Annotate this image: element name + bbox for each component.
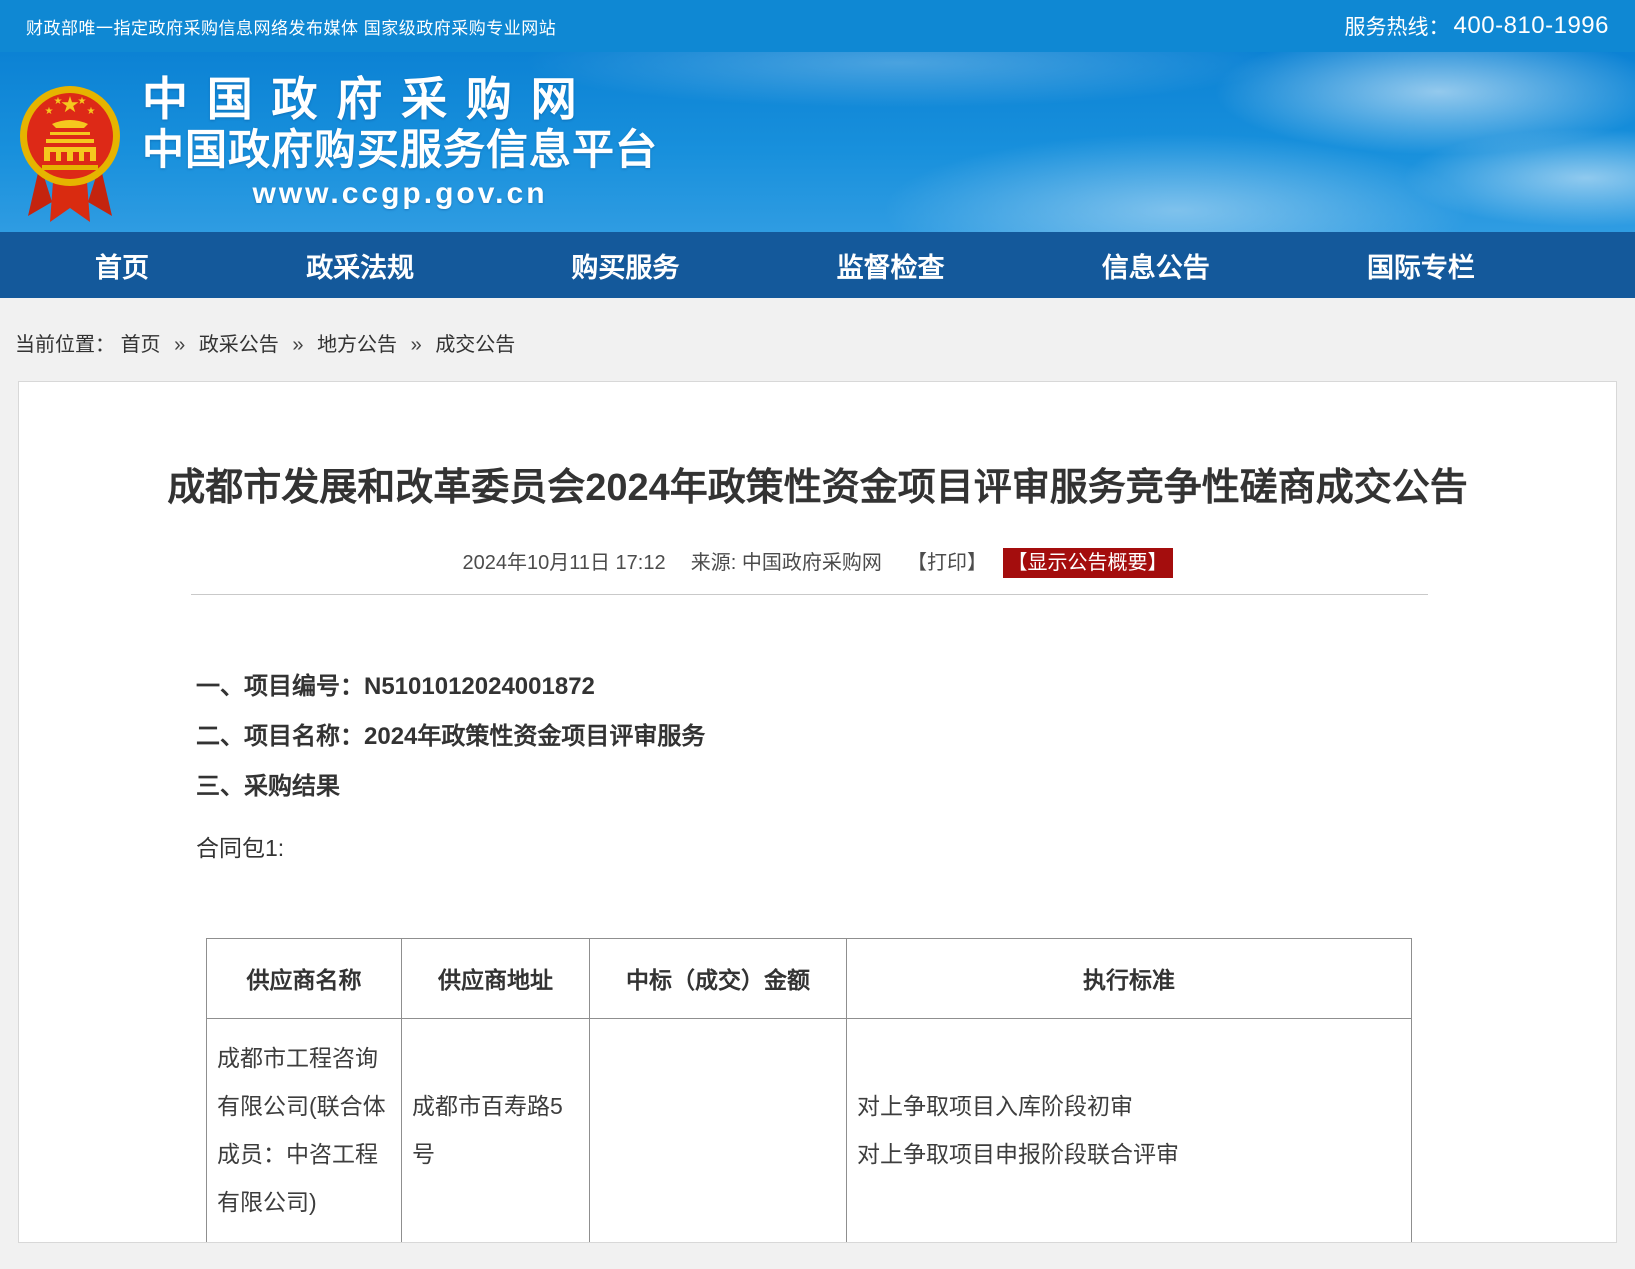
breadcrumb-label: 当前位置： xyxy=(15,334,115,356)
article-card: 成都市发展和改革委员会2024年政策性资金项目评审服务竞争性磋商成交公告 202… xyxy=(18,381,1617,1243)
site-title-block: 中 国 政 府 采 购 网 中国政府购买服务信息平台 www.ccgp.gov.… xyxy=(142,66,658,211)
site-name: 中 国 政 府 采 购 网 xyxy=(142,74,658,125)
execution-standard-line-2: 对上争取项目申报阶段联合评审 xyxy=(857,1130,1403,1178)
table-row: 成都市工程咨询有限公司(联合体成员：中咨工程有限公司) 成都市百寿路5号 对上争… xyxy=(207,1018,1412,1242)
nav-item-purchase-services[interactable]: 购买服务 xyxy=(571,246,679,285)
svg-text:★: ★ xyxy=(54,96,63,107)
breadcrumb-local-announcements[interactable]: 地方公告 xyxy=(317,334,397,356)
cell-supplier-name: 成都市工程咨询有限公司(联合体成员：中咨工程有限公司) xyxy=(207,1018,402,1242)
print-button[interactable]: 【打印】 xyxy=(907,552,987,574)
procurement-result-line: 三、采购结果 xyxy=(196,775,1616,799)
site-subtitle: 中国政府购买服务信息平台 xyxy=(142,125,658,175)
publish-datetime: 2024年10月11日 17:12 xyxy=(462,552,665,574)
topbar: 财政部唯一指定政府采购信息网络发布媒体 国家级政府采购专业网站 服务热线： 40… xyxy=(0,0,1635,52)
col-supplier-address: 供应商地址 xyxy=(402,938,590,1018)
site-header: ★ ★ ★ ★ ★ 中 国 政 府 采 购 网 中国政府购买服务信息平台 www… xyxy=(0,52,1635,232)
source-name: 中国政府采购网 xyxy=(742,552,882,574)
hotline-label: 服务热线： xyxy=(1345,11,1450,41)
project-name-line: 二、项目名称：2024年政策性资金项目评审服务 xyxy=(196,725,1616,749)
svg-text:★: ★ xyxy=(45,106,54,117)
nav-item-supervision[interactable]: 监督检查 xyxy=(837,246,945,285)
nav-item-announcements[interactable]: 信息公告 xyxy=(1102,246,1210,285)
main-nav: 首页 政采法规 购买服务 监督检查 信息公告 国际专栏 xyxy=(0,232,1635,298)
col-award-amount: 中标（成交）金额 xyxy=(590,938,847,1018)
cell-execution-standard: 对上争取项目入库阶段初审 对上争取项目申报阶段联合评审 xyxy=(847,1018,1412,1242)
breadcrumb: 当前位置： 首页 » 政采公告 » 地方公告 » 成交公告 xyxy=(0,298,1635,357)
topbar-slogan: 财政部唯一指定政府采购信息网络发布媒体 国家级政府采购专业网站 xyxy=(26,14,556,39)
breadcrumb-separator: » xyxy=(292,334,303,356)
page: 财政部唯一指定政府采购信息网络发布媒体 国家级政府采购专业网站 服务热线： 40… xyxy=(0,0,1635,1269)
col-execution-standard: 执行标准 xyxy=(847,938,1412,1018)
breadcrumb-home[interactable]: 首页 xyxy=(121,334,161,356)
nav-item-regulations[interactable]: 政采法规 xyxy=(306,246,414,285)
col-supplier-name: 供应商名称 xyxy=(207,938,402,1018)
source-label: 来源: xyxy=(691,552,737,574)
result-table: 供应商名称 供应商地址 中标（成交）金额 执行标准 成都市工程咨询有限公司(联合… xyxy=(206,938,1412,1243)
svg-text:★: ★ xyxy=(87,106,96,117)
nav-item-home[interactable]: 首页 xyxy=(95,246,149,285)
breadcrumb-separator: » xyxy=(411,334,422,356)
breadcrumb-procurement-announcements[interactable]: 政采公告 xyxy=(199,334,279,356)
table-header-row: 供应商名称 供应商地址 中标（成交）金额 执行标准 xyxy=(207,938,1412,1018)
nav-item-international[interactable]: 国际专栏 xyxy=(1367,246,1475,285)
cell-supplier-address: 成都市百寿路5号 xyxy=(402,1018,590,1242)
site-url: www.ccgp.gov.cn xyxy=(142,177,658,211)
national-emblem-icon: ★ ★ ★ ★ ★ xyxy=(20,66,120,226)
article-title: 成都市发展和改革委员会2024年政策性资金项目评审服务竞争性磋商成交公告 xyxy=(69,465,1566,513)
article-body: 一、项目编号：N5101012024001872 二、项目名称：2024年政策性… xyxy=(196,675,1616,1243)
divider xyxy=(191,594,1428,595)
site-logo[interactable]: ★ ★ ★ ★ ★ 中 国 政 府 采 购 网 中国政府购买服务信息平台 www… xyxy=(20,66,658,226)
service-hotline: 服务热线： 400-810-1996 xyxy=(1345,11,1609,41)
breadcrumb-award-announcements[interactable]: 成交公告 xyxy=(435,334,515,356)
contract-package-label: 合同包1: xyxy=(196,837,1616,860)
execution-standard-line-1: 对上争取项目入库阶段初审 xyxy=(857,1082,1403,1130)
hotline-number: 400-810-1996 xyxy=(1454,12,1609,40)
cell-award-amount xyxy=(590,1018,847,1242)
breadcrumb-separator: » xyxy=(174,334,185,356)
article-meta: 2024年10月11日 17:12 来源: 中国政府采购网 【打印】 【显示公告… xyxy=(19,546,1616,575)
project-number-line: 一、项目编号：N5101012024001872 xyxy=(196,675,1616,699)
show-summary-button[interactable]: 【显示公告概要】 xyxy=(1003,548,1173,578)
svg-text:★: ★ xyxy=(78,96,87,107)
